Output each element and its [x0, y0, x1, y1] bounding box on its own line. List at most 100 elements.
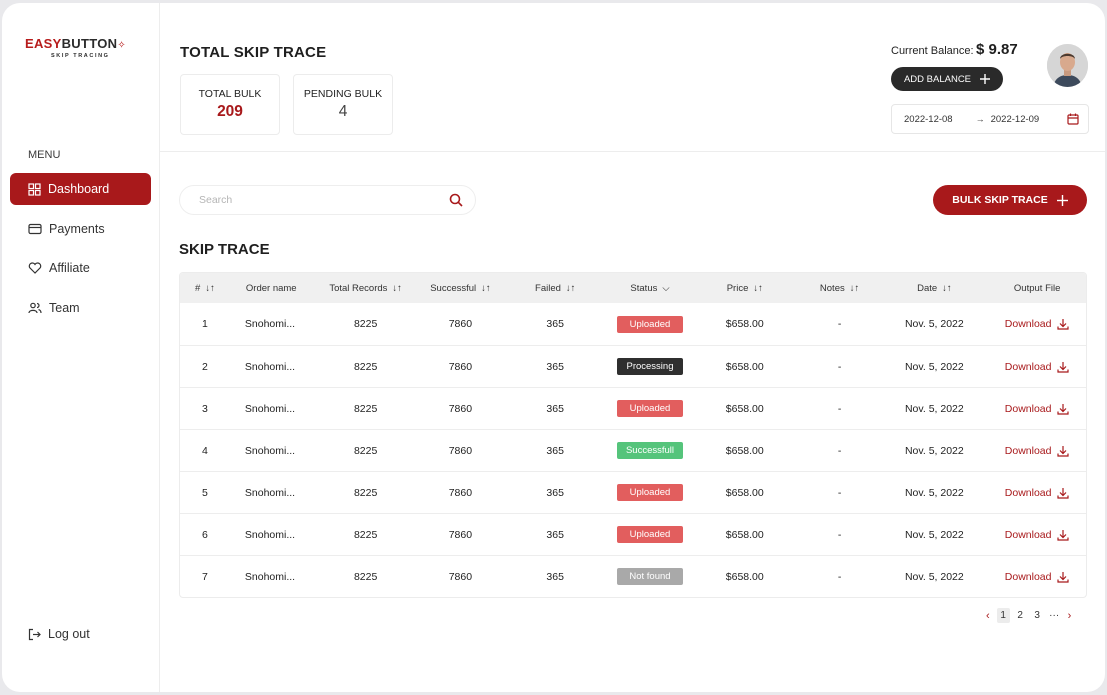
column-header-status[interactable]: Status ⌵ [609, 283, 691, 294]
column-header-output-file: Output File [1013, 282, 1061, 294]
logout-button[interactable]: Log out [10, 618, 151, 650]
logo-text-button: BUTTON [61, 36, 118, 51]
user-avatar-icon [1047, 44, 1088, 87]
cell-status: Successfull [609, 442, 691, 459]
cell-failed: 365 [546, 528, 564, 541]
cell-successful: 7860 [448, 486, 473, 499]
status-badge: Uploaded [616, 526, 683, 543]
column-header-date[interactable]: Date ↓↑ [880, 283, 988, 294]
page-title: TOTAL SKIP TRACE [180, 44, 327, 61]
download-icon [1057, 319, 1070, 330]
cell-price: $658.00 [725, 360, 764, 373]
column-header-price[interactable]: Price ↓↑ [691, 283, 799, 294]
section-title: SKIP TRACE [179, 241, 270, 258]
bulk-skip-trace-button[interactable]: BULK SKIP TRACE [933, 185, 1087, 215]
page-button-2[interactable]: 2 [1014, 608, 1027, 623]
stat-value: 4 [338, 103, 348, 120]
page-button-1[interactable]: 1 [996, 608, 1010, 623]
pagination-ellipsis: ··· [1049, 610, 1060, 621]
cell-total-records: 8225 [353, 528, 378, 541]
sort-icon: ↓↑ [565, 282, 576, 294]
search-input[interactable] [199, 194, 429, 206]
cell-output-file: Download [988, 318, 1086, 330]
date-range-picker[interactable]: 2022-12-08 → 2022-12-09 [891, 104, 1089, 134]
table-row: 3 Snohomi... 8225 7860 365 Uploaded $658.00 - No… [180, 387, 1086, 429]
column-header-successful[interactable]: Successful ↓↑ [420, 283, 502, 294]
grid-icon [28, 182, 41, 196]
table-row: 4 Snohomi... 8225 7860 365 Successfull $658.00… [180, 429, 1086, 471]
download-link[interactable]: Download [1005, 361, 1070, 373]
sidebar-item-label: Payments [49, 222, 105, 236]
sidebar-item-label: Team [49, 301, 80, 315]
arrow-right-icon: → [975, 114, 985, 124]
download-link[interactable]: Download [1005, 403, 1070, 415]
logo-text-easy: EASY [25, 36, 62, 51]
column-header-notes[interactable]: Notes ↓↑ [799, 283, 881, 294]
cell-date: Nov. 5, 2022 [904, 570, 964, 583]
add-balance-button[interactable]: ADD BALANCE [891, 67, 1003, 91]
download-label: Download [1004, 528, 1052, 541]
cell-successful: 7860 [448, 444, 473, 457]
plus-icon [980, 74, 991, 84]
download-link[interactable]: Download [1005, 445, 1070, 457]
menu-title: MENU [28, 149, 61, 161]
bulk-skip-trace-label: BULK SKIP TRACE [952, 194, 1048, 206]
cell-price: $658.00 [725, 444, 764, 457]
cell-notes: - [837, 318, 842, 330]
download-link[interactable]: Download [1005, 571, 1070, 583]
download-icon [1057, 487, 1070, 499]
stat-value: 209 [217, 103, 243, 120]
stat-label: PENDING BULK [303, 88, 383, 100]
balance-value: $ 9.87 [976, 41, 1018, 58]
column-header-number[interactable]: # ↓↑ [180, 283, 230, 294]
cell-output-file: Download [988, 445, 1086, 457]
download-label: Download [1004, 360, 1052, 373]
chevron-right-icon[interactable]: › [1065, 610, 1075, 622]
sort-icon: ↓↑ [481, 282, 491, 294]
download-label: Download [1004, 402, 1052, 415]
skip-trace-table: # ↓↑ Order name Total Records ↓↑ Successfu… [179, 272, 1087, 598]
sidebar-item-affiliate[interactable]: Affiliate [10, 252, 151, 284]
download-link[interactable]: Download [1005, 529, 1070, 541]
page-button-3[interactable]: 3 [1031, 608, 1044, 623]
cell-date: Nov. 5, 2022 [904, 486, 964, 499]
cell-notes: - [837, 570, 842, 583]
download-label: Download [1004, 570, 1052, 583]
cell-price: $658.00 [725, 528, 764, 541]
sort-icon: ↓↑ [942, 282, 952, 294]
cell-order-name: Snohomi... [244, 360, 296, 373]
cell-date: Nov. 5, 2022 [904, 402, 964, 415]
sort-icon: ↓↑ [849, 282, 860, 294]
cell-number: 3 [202, 402, 208, 415]
column-header-total-records[interactable]: Total Records ↓↑ [312, 283, 420, 294]
cell-successful: 7860 [448, 528, 473, 541]
download-link[interactable]: Download [1005, 487, 1070, 499]
table-row: 5 Snohomi... 8225 7860 365 Uploaded $658.00 - No… [180, 471, 1086, 513]
cell-status: Uploaded [609, 315, 691, 333]
status-badge: Not found [616, 568, 683, 585]
sidebar-item-payments[interactable]: Payments [10, 213, 151, 245]
balance-label: Current Balance: [891, 45, 974, 57]
sidebar-item-team[interactable]: Team [10, 292, 151, 324]
cell-date: Nov. 5, 2022 [904, 318, 964, 330]
cell-successful: 7860 [448, 570, 473, 583]
download-link[interactable]: Download [1005, 318, 1070, 330]
download-label: Download [1004, 318, 1052, 330]
sort-icon: ↓↑ [205, 282, 215, 294]
cell-number: 6 [202, 528, 208, 541]
cell-status: Uploaded [609, 484, 691, 501]
cell-total-records: 8225 [353, 570, 378, 583]
cell-number: 5 [202, 486, 208, 499]
avatar[interactable] [1047, 44, 1088, 87]
app-window: EASYBUTTON✧ SKIP TRACING MENU Dashboard … [2, 3, 1105, 692]
sidebar-item-dashboard[interactable]: Dashboard [10, 173, 151, 205]
column-header-failed[interactable]: Failed ↓↑ [501, 283, 609, 294]
chevron-left-icon[interactable]: ‹ [983, 610, 993, 622]
brand-logo[interactable]: EASYBUTTON✧ SKIP TRACING [25, 36, 126, 60]
cell-date: Nov. 5, 2022 [904, 360, 964, 373]
heart-icon [28, 262, 42, 274]
search-icon[interactable] [449, 193, 463, 207]
cell-order-name: Snohomi... [244, 444, 296, 457]
download-label: Download [1004, 486, 1052, 499]
cell-failed: 365 [546, 570, 564, 583]
